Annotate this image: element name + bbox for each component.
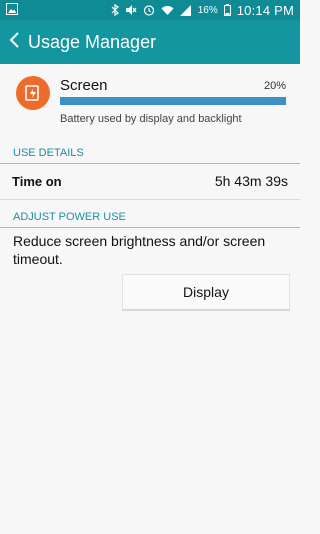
power-advice-text: Reduce screen brightness and/or screen t… [13, 233, 266, 267]
usage-summary: Screen 20% Battery used by display and b… [0, 64, 300, 134]
divider [0, 199, 300, 200]
bluetooth-icon [111, 4, 119, 16]
screen-power-icon [16, 76, 50, 110]
usage-item-name: Screen [60, 77, 108, 94]
app-bar: Usage Manager [0, 20, 300, 64]
time-on-value: 5h 43m 39s [214, 173, 288, 189]
usage-item-percent: 20% [263, 80, 286, 92]
back-button[interactable] [2, 20, 28, 64]
adjust-power-header: ADJUST POWER USE [0, 206, 300, 228]
battery-percent: 16% [197, 4, 218, 16]
usage-progress-track [60, 97, 286, 105]
usage-item-description: Battery used by display and backlight [60, 113, 242, 125]
chevron-left-icon [9, 31, 21, 54]
time-on-row: Time on 5h 43m 39s [0, 163, 300, 199]
usage-progress-fill [60, 97, 286, 105]
use-details-header: USE DETAILS [0, 142, 300, 164]
battery-icon [223, 4, 231, 16]
wifi-icon [161, 5, 174, 16]
alarm-icon [143, 4, 155, 16]
status-time: 10:14 PM [236, 2, 294, 18]
mute-icon [125, 4, 137, 16]
signal-icon [179, 4, 192, 16]
time-on-label: Time on [12, 173, 62, 189]
display-button[interactable]: Display [122, 274, 290, 311]
status-bar: 16% 10:14 PM [0, 0, 300, 20]
page-title: Usage Manager [28, 31, 157, 52]
picture-notification-icon [6, 2, 18, 18]
